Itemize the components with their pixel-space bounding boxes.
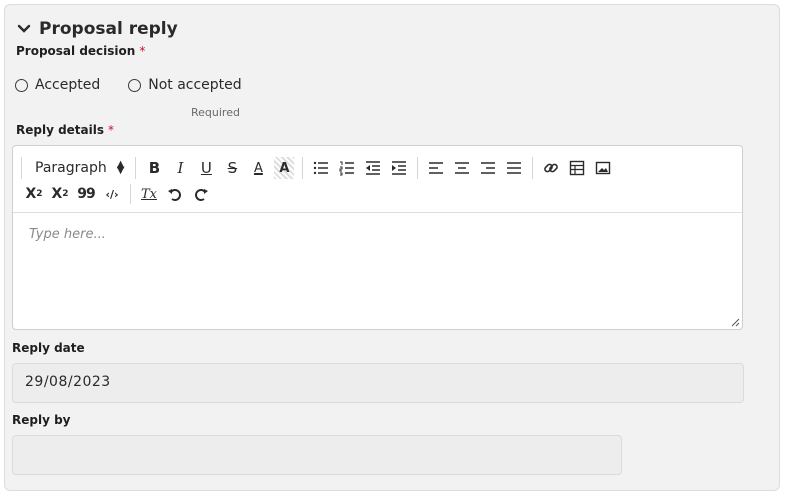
align-left-icon (429, 162, 444, 174)
superscript-mark: 2 (62, 189, 69, 199)
section-title: Proposal reply (39, 19, 178, 39)
required-asterisk: * (139, 44, 146, 58)
required-hint: Required (191, 106, 240, 119)
decision-label: Proposal decision * (16, 44, 145, 58)
align-right-button[interactable] (475, 157, 501, 179)
editor-content-area[interactable]: Type here... (13, 213, 742, 329)
bold-button[interactable]: B (141, 157, 167, 179)
blockquote-button[interactable]: 99 (73, 183, 99, 205)
radio-accepted[interactable]: Accepted (15, 77, 100, 93)
radio-not-accepted-label: Not accepted (148, 77, 242, 93)
radio-not-accepted[interactable]: Not accepted (128, 77, 242, 93)
superscript-button[interactable]: X2 (47, 183, 73, 205)
outdent-button[interactable] (360, 157, 386, 179)
subscript-base: X (25, 186, 37, 202)
align-center-button[interactable] (449, 157, 475, 179)
reply-by-field[interactable] (12, 435, 622, 475)
paragraph-select[interactable]: Paragraph ▲ ▼ (27, 159, 130, 177)
editor-toolbar: Paragraph ▲ ▼ B I U S A A X 2 X 2 99 ‹/›… (13, 146, 742, 213)
indent-icon (392, 161, 407, 175)
required-asterisk: * (108, 123, 115, 137)
resize-handle-icon[interactable] (731, 318, 740, 327)
image-button[interactable] (590, 157, 616, 179)
link-icon (544, 163, 559, 173)
radio-accepted-label: Accepted (35, 77, 101, 93)
justify-button[interactable] (501, 157, 527, 179)
underline-button[interactable]: U (193, 157, 219, 179)
indent-button[interactable] (386, 157, 412, 179)
align-right-icon (481, 162, 496, 174)
code-button[interactable]: ‹/› (99, 183, 125, 205)
image-icon (596, 161, 611, 175)
table-icon (570, 160, 585, 176)
decision-radio-group: Accepted Not accepted (15, 77, 242, 93)
chevron-down-icon (17, 24, 31, 33)
radio-circle[interactable] (15, 78, 28, 92)
reply-by-label: Reply by (12, 413, 71, 427)
editor-placeholder: Type here... (29, 227, 106, 242)
numbered-list-button[interactable] (334, 157, 360, 179)
align-left-button[interactable] (423, 157, 449, 179)
align-center-icon (455, 162, 470, 174)
reply-date-field[interactable]: 29/08/2023 (12, 363, 744, 403)
reply-date-value: 29/08/2023 (25, 374, 111, 390)
reply-details-label: Reply details * (16, 123, 114, 137)
undo-icon (168, 189, 181, 201)
select-arrows-icon: ▲ ▼ (116, 159, 125, 176)
section-toggle[interactable]: Proposal reply (17, 19, 178, 39)
subscript-mark: 2 (36, 189, 43, 199)
table-button[interactable] (564, 157, 590, 179)
justify-icon (507, 162, 522, 174)
undo-button[interactable] (162, 183, 188, 205)
strikethrough-button[interactable]: S (219, 157, 245, 179)
font-color-button[interactable]: A (245, 157, 271, 179)
redo-button[interactable] (188, 183, 214, 205)
decision-label-text: Proposal decision (16, 44, 136, 58)
outdent-icon (366, 161, 381, 175)
highlight-button[interactable]: A (274, 157, 295, 179)
redo-icon (195, 189, 208, 201)
italic-button[interactable]: I (167, 157, 193, 179)
paragraph-select-value: Paragraph (35, 160, 107, 176)
bullet-list-button[interactable] (308, 157, 334, 179)
clear-format-button[interactable]: Tx (136, 183, 162, 205)
link-button[interactable] (538, 157, 564, 179)
reply-details-label-text: Reply details (16, 123, 105, 137)
radio-circle[interactable] (128, 78, 142, 92)
proposal-reply-panel: Proposal reply Proposal decision * Accept… (4, 4, 780, 491)
rich-text-editor: Paragraph ▲ ▼ B I U S A A X 2 X 2 99 ‹/›… (12, 145, 743, 330)
reply-date-label: Reply date (12, 341, 85, 355)
numbered-list-icon (339, 161, 355, 176)
superscript-base: X (51, 186, 63, 202)
subscript-button[interactable]: X2 (21, 183, 47, 205)
bullet-list-icon (314, 161, 329, 175)
